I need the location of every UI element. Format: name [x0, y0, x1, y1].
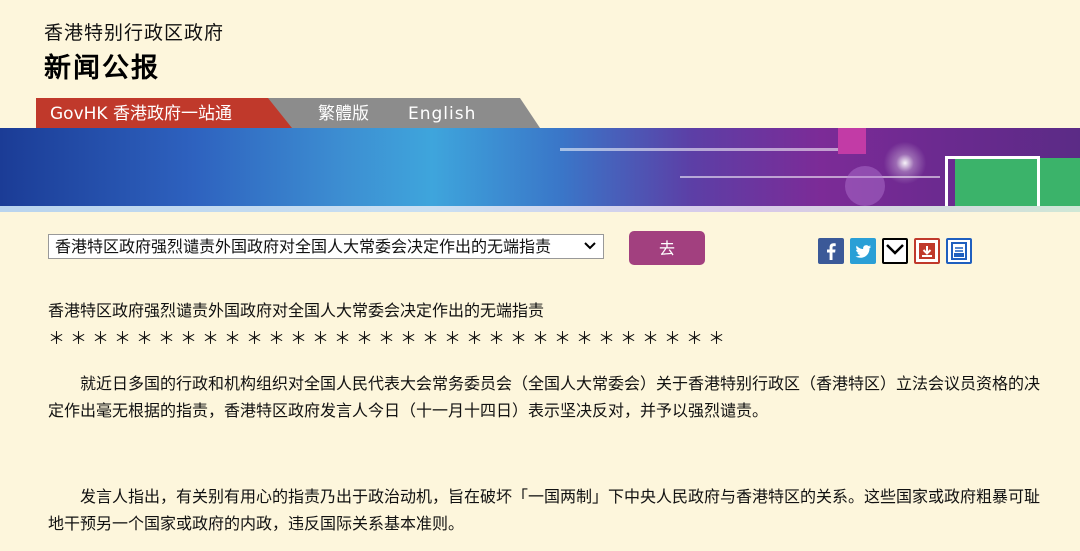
- language-tab-background: [268, 98, 540, 128]
- go-button[interactable]: 去: [629, 231, 705, 265]
- article-select[interactable]: 香港特区政府强烈谴责外国政府对全国人大常委会决定作出的无端指责: [48, 234, 604, 259]
- save-icon[interactable]: [914, 238, 940, 264]
- article-select-value: 香港特区政府强烈谴责外国政府对全国人大常委会决定作出的无端指责: [55, 237, 552, 256]
- article-paragraph: 发言人指出，有关别有用心的指责乃出于政治动机，旨在破坏「一国两制」下中央人民政府…: [48, 487, 1041, 533]
- banner-sparkle: [880, 138, 930, 188]
- english-link[interactable]: English: [408, 98, 476, 130]
- title-separator: ＊＊＊＊＊＊＊＊＊＊＊＊＊＊＊＊＊＊＊＊＊＊＊＊＊＊＊＊＊＊＊: [48, 329, 730, 349]
- page-header: 香港特别行政区政府 新闻公报: [0, 0, 1080, 100]
- banner-white-frame: [945, 156, 1040, 206]
- banner-bottom-stripe: [0, 206, 1080, 212]
- twitter-icon[interactable]: [850, 238, 876, 264]
- facebook-icon[interactable]: [818, 238, 844, 264]
- page-title: 新闻公报: [44, 53, 160, 84]
- govhk-tab[interactable]: GovHK 香港政府一站通: [36, 98, 294, 128]
- banner-circle: [845, 166, 885, 206]
- article-paragraph: 就近日多国的行政和机构组织对全国人民代表大会常务委员会（全国人大常委会）关于香港…: [48, 374, 1041, 420]
- top-tab-bar: GovHK 香港政府一站通 繁體版 English: [0, 98, 1080, 128]
- email-icon[interactable]: [882, 238, 908, 264]
- department-name: 香港特别行政区政府: [44, 22, 225, 44]
- banner-streak: [560, 148, 860, 151]
- print-icon[interactable]: [946, 238, 972, 264]
- chevron-down-icon: [581, 235, 599, 258]
- article-title: 香港特区政府强烈谴责外国政府对全国人大常委会决定作出的无端指责: [48, 301, 545, 320]
- decorative-banner: [0, 128, 1080, 206]
- traditional-chinese-link[interactable]: 繁體版: [318, 98, 369, 130]
- banner-pink-square: [838, 128, 866, 154]
